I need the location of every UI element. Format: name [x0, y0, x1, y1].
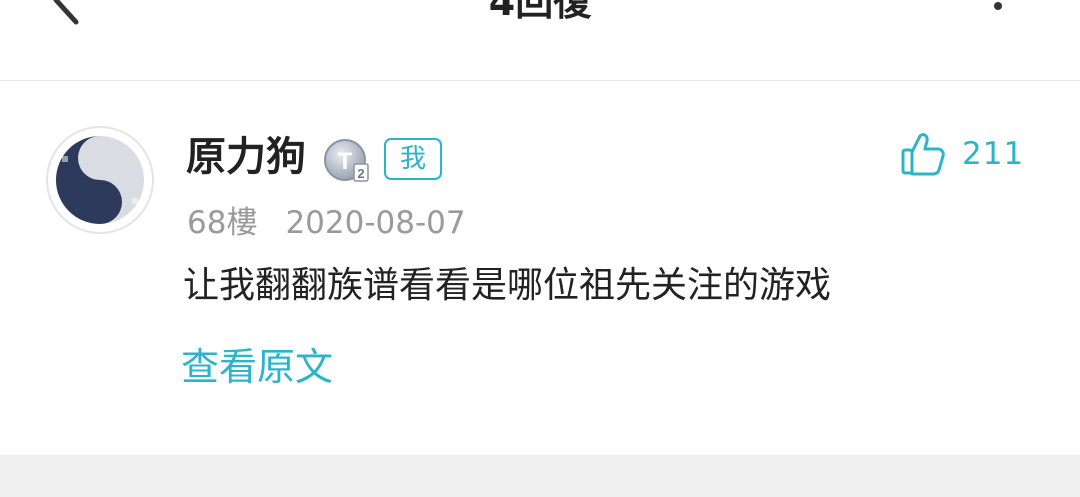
page-title: 4回復	[488, 0, 592, 24]
top-nav-bar: 4回復	[0, 0, 1080, 81]
more-vertical-icon[interactable]	[986, 0, 1010, 20]
thumbs-up-icon[interactable]	[900, 131, 946, 177]
avatar[interactable]	[46, 126, 154, 234]
section-divider	[0, 455, 1080, 497]
comment-item: 原力狗 T 2 我 211 68樓 2020-08-07 让我翻翻族谱看看是哪位祖…	[0, 81, 1080, 455]
comment-meta: 68樓 2020-08-07	[187, 203, 466, 243]
comment-text: 让我翻翻族谱看看是哪位祖先关注的游戏	[183, 265, 832, 306]
username[interactable]: 原力狗	[186, 133, 306, 181]
floor-number: 68樓	[187, 205, 258, 241]
like-count[interactable]: 211	[962, 135, 1024, 173]
yin-yang-icon	[56, 136, 144, 224]
view-original-link[interactable]: 查看原文	[181, 343, 333, 391]
comment-date: 2020-08-07	[285, 205, 466, 241]
svg-text:T: T	[338, 148, 353, 175]
me-tag: 我	[384, 138, 442, 180]
level-badge-icon: T 2	[324, 139, 369, 182]
svg-text:2: 2	[357, 166, 364, 181]
